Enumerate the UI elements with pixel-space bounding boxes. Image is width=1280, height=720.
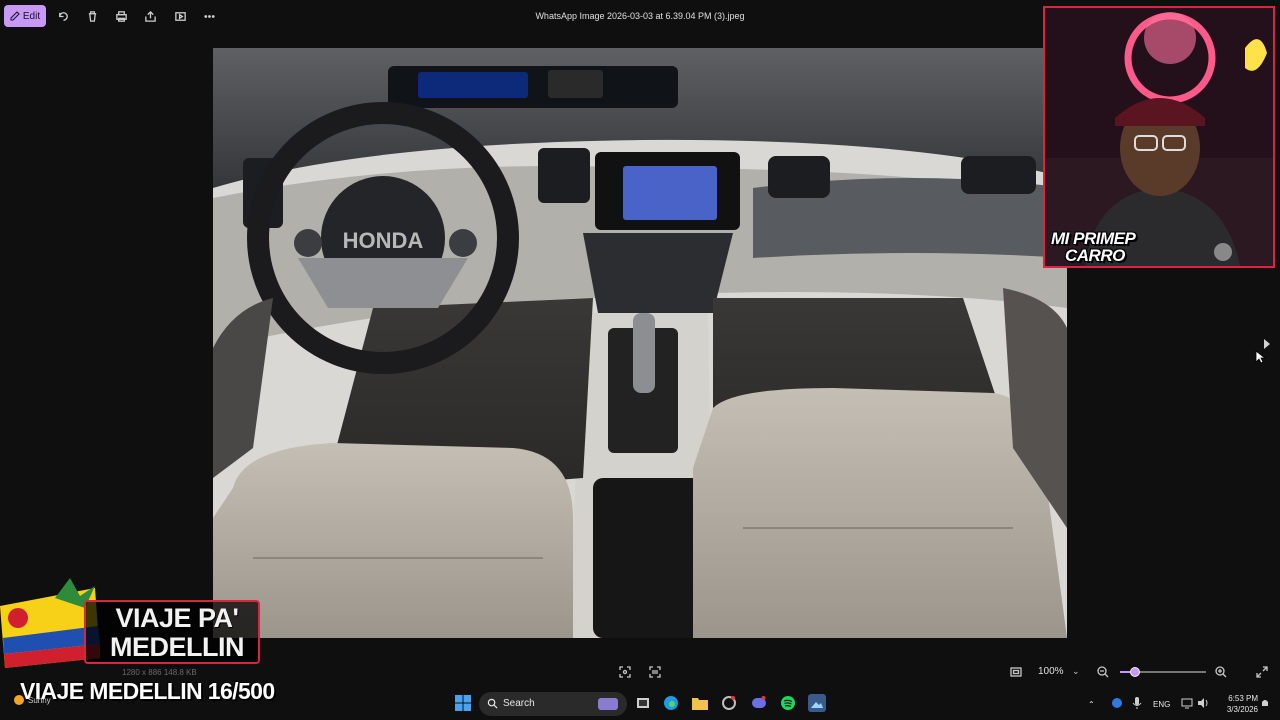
- mouse-cursor-icon: [1255, 350, 1265, 364]
- clock-time: 6:53 PM: [1228, 694, 1258, 703]
- clock-date: 3/3/2026: [1226, 705, 1258, 714]
- taskbar-search[interactable]: Search: [479, 692, 627, 716]
- onedrive-icon[interactable]: [1108, 694, 1126, 712]
- caption-line-2: CARRO: [1065, 246, 1125, 265]
- photos-app-icon[interactable]: [808, 694, 826, 712]
- next-image-arrow[interactable]: [1262, 338, 1272, 350]
- settings-app-icon[interactable]: [720, 694, 738, 712]
- zoom-out-icon[interactable]: [1096, 665, 1110, 679]
- webcam-caption: MI PRIMEP CARRO: [1051, 230, 1136, 265]
- file-explorer-icon[interactable]: [691, 694, 709, 712]
- file-meta: 1280 x 886 148.8 KB: [122, 668, 197, 677]
- chevron-down-icon[interactable]: ⌄: [1072, 666, 1080, 677]
- search-highlight-icon: [598, 698, 618, 710]
- honda-badge: HONDA: [343, 228, 424, 253]
- fit-to-window-icon[interactable]: [1009, 665, 1023, 679]
- volume-icon[interactable]: [1194, 694, 1212, 712]
- chevron-up-icon[interactable]: ⌃: [1088, 700, 1095, 709]
- expand-icon[interactable]: [1255, 665, 1269, 679]
- search-icon: [487, 698, 498, 709]
- zoom-slider[interactable]: [1120, 667, 1206, 677]
- zoom-in-icon[interactable]: [1214, 665, 1228, 679]
- scan-icon[interactable]: [648, 665, 662, 679]
- viaje-banner-text: VIAJE PA' MEDELLIN: [110, 603, 245, 662]
- language-indicator[interactable]: ENG: [1153, 700, 1170, 709]
- spotify-icon[interactable]: [779, 694, 797, 712]
- windows-start-icon[interactable]: [454, 694, 472, 712]
- edge-browser-icon[interactable]: [662, 694, 680, 712]
- system-clock[interactable]: 6:53 PM 3/3/2026: [1214, 693, 1258, 715]
- focus-icon[interactable]: [618, 665, 632, 679]
- notifications-icon[interactable]: [1256, 694, 1274, 712]
- zoom-slider-thumb[interactable]: [1129, 667, 1140, 677]
- zoom-level[interactable]: 100%: [1038, 666, 1064, 677]
- car-interior-photo: HONDA: [213, 48, 1067, 638]
- webcam-overlay: MI PRIMEP CARRO: [1043, 6, 1275, 268]
- search-placeholder: Search: [503, 698, 535, 709]
- microphone-icon[interactable]: [1128, 694, 1146, 712]
- discord-icon[interactable]: [750, 694, 768, 712]
- task-view-icon[interactable]: [634, 694, 652, 712]
